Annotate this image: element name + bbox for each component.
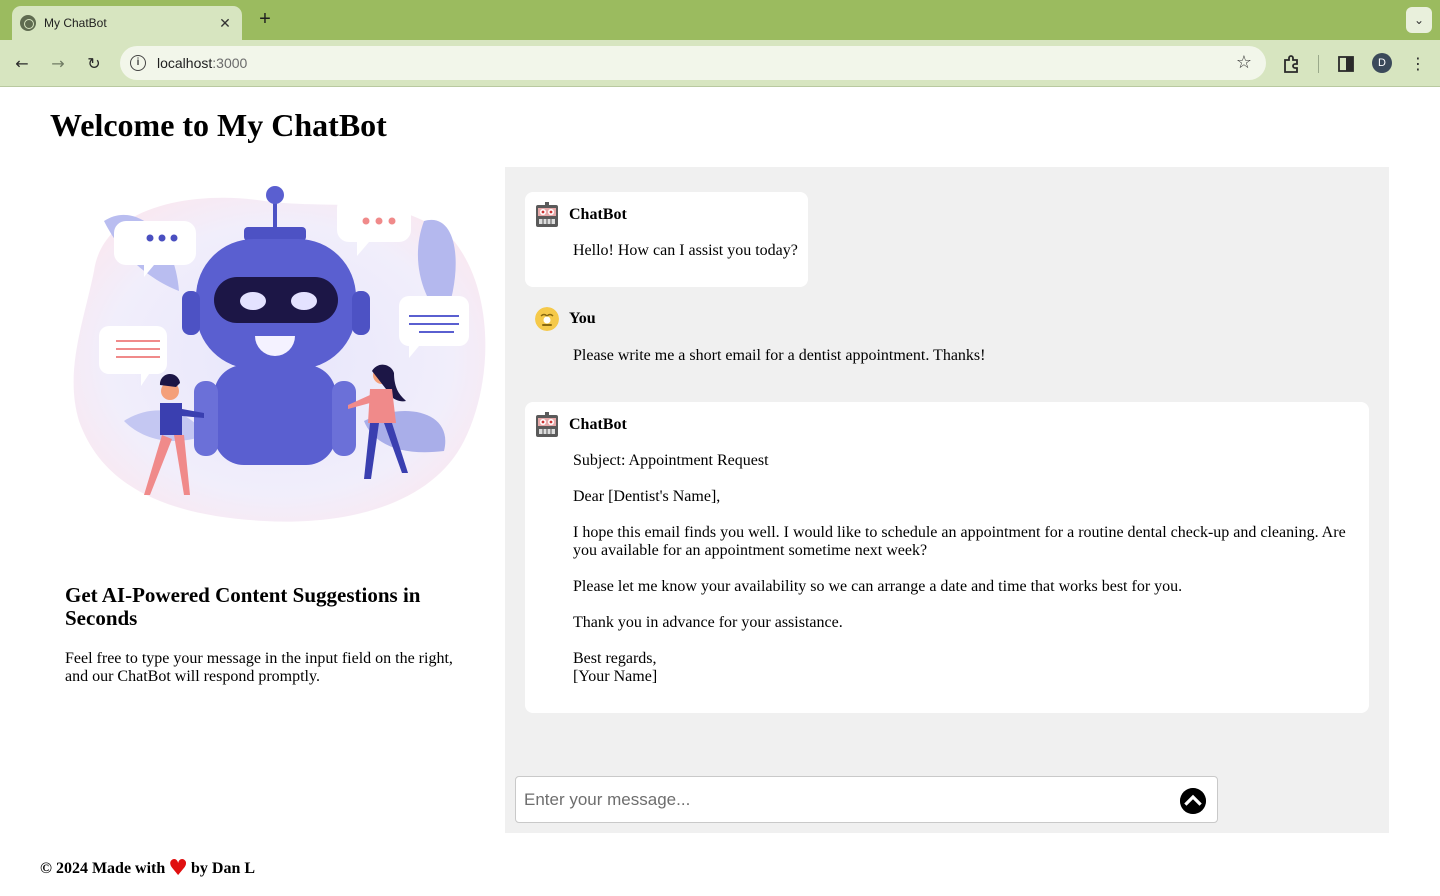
page-title: Welcome to My ChatBot — [50, 107, 387, 143]
robot-avatar-icon — [536, 202, 558, 227]
profile-avatar[interactable]: D — [1372, 53, 1392, 73]
chat-message: ChatBot Hello! How can I assist you toda… — [525, 192, 808, 287]
reload-icon[interactable]: ↻ — [82, 52, 106, 76]
globe-icon — [20, 15, 36, 31]
message-header: You — [535, 307, 596, 331]
message-header: ChatBot — [535, 202, 627, 228]
tab-search-button[interactable]: ⌄ — [1406, 7, 1432, 33]
address-bar[interactable]: i localhost:3000 ☆ — [120, 46, 1266, 80]
user-avatar-icon — [535, 307, 559, 331]
sender-name: You — [569, 310, 596, 327]
browser-tab[interactable]: My ChatBot ✕ — [12, 6, 242, 40]
extensions-icon[interactable] — [1280, 52, 1304, 76]
footer-suffix: by Dan L — [191, 859, 256, 877]
close-tab-icon[interactable]: ✕ — [216, 15, 234, 32]
robot-illustration — [73, 186, 486, 522]
message-text: Subject: Appointment Request — [573, 452, 769, 469]
browser-tab-strip: My ChatBot ✕ + ⌄ — [0, 0, 1440, 40]
message-body: Subject: Appointment Request Dear [Denti… — [573, 452, 1357, 704]
message-header: ChatBot — [535, 412, 627, 438]
chat-message: You Please write me a short email for a … — [525, 297, 1005, 377]
message-text: Thank you in advance for your assistance… — [573, 614, 843, 631]
message-text: Best regards, [Your Name] — [573, 650, 658, 685]
new-tab-button[interactable]: + — [254, 8, 276, 30]
browser-menu-icon[interactable]: ⋮ — [1406, 52, 1430, 76]
message-text: Hello! How can I assist you today? — [573, 242, 798, 259]
message-text: Please let me know your availability so … — [573, 578, 1183, 595]
message-body: Hello! How can I assist you today? — [573, 242, 798, 278]
intro-text: Feel free to type your message in the in… — [65, 650, 453, 685]
footer-prefix: © 2024 Made with — [40, 859, 166, 877]
sender-name: ChatBot — [569, 416, 627, 433]
chat-panel: ChatBot Hello! How can I assist you toda… — [505, 167, 1389, 833]
toolbar-divider — [1318, 55, 1319, 73]
site-info-icon[interactable]: i — [130, 55, 146, 71]
browser-toolbar: ← → ↻ i localhost:3000 ☆ D ⋮ — [0, 40, 1440, 87]
page-footer: © 2024 Made with ♥ by Dan L — [40, 856, 255, 881]
heart-icon: ♥ — [168, 856, 189, 881]
message-input[interactable] — [524, 787, 1164, 813]
url-port: :3000 — [212, 55, 248, 71]
bookmark-star-icon[interactable]: ☆ — [1236, 52, 1252, 73]
side-panel-icon[interactable] — [1334, 52, 1358, 76]
forward-icon[interactable]: → — [46, 52, 70, 76]
message-body: Please write me a short email for a dent… — [573, 347, 985, 383]
chat-message: ChatBot Subject: Appointment Request Dea… — [525, 402, 1369, 713]
back-icon[interactable]: ← — [10, 52, 34, 76]
url-host: localhost — [157, 55, 213, 71]
message-text: Dear [Dentist's Name], — [573, 488, 721, 505]
send-arrow-icon[interactable] — [1180, 788, 1206, 814]
sender-name: ChatBot — [569, 206, 627, 223]
message-composer — [515, 776, 1218, 823]
message-text: I hope this email finds you well. I woul… — [573, 524, 1346, 559]
message-text: Please write me a short email for a dent… — [573, 347, 986, 364]
intro-heading: Get AI-Powered Content Suggestions in Se… — [65, 583, 421, 630]
robot-avatar-icon — [536, 412, 558, 437]
tab-title: My ChatBot — [44, 16, 107, 30]
intro-panel: Get AI-Powered Content Suggestions in Se… — [50, 167, 505, 833]
